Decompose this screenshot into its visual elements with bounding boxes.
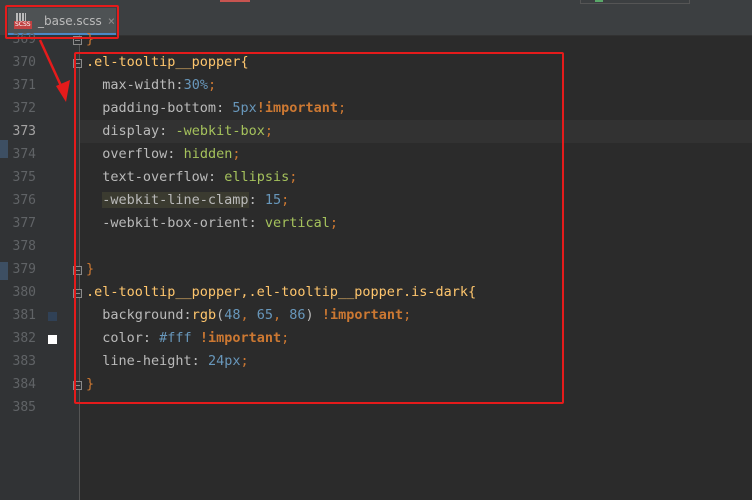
line-number: 381 [12, 308, 36, 323]
line-number: 375 [12, 170, 36, 185]
line-number: 380 [12, 285, 36, 300]
color-swatch-icon[interactable] [48, 312, 57, 321]
code-line[interactable]: } [86, 28, 752, 51]
line-number: 374 [12, 147, 36, 162]
line-number: 379 [12, 262, 36, 277]
color-swatch-icon[interactable] [48, 335, 57, 344]
annotation-arrow-icon [38, 39, 70, 102]
line-number: 384 [12, 377, 36, 392]
line-number: 382 [12, 331, 36, 346]
line-number: 383 [12, 354, 36, 369]
line-number: 377 [12, 216, 36, 231]
line-number: 373 [12, 124, 36, 139]
annotation-code-highlight [74, 52, 564, 404]
tab-strip-indicator [580, 0, 690, 4]
line-number: 378 [12, 239, 36, 254]
line-number: 376 [12, 193, 36, 208]
line-number: 385 [12, 400, 36, 415]
tab-strip-indicator [220, 0, 250, 2]
